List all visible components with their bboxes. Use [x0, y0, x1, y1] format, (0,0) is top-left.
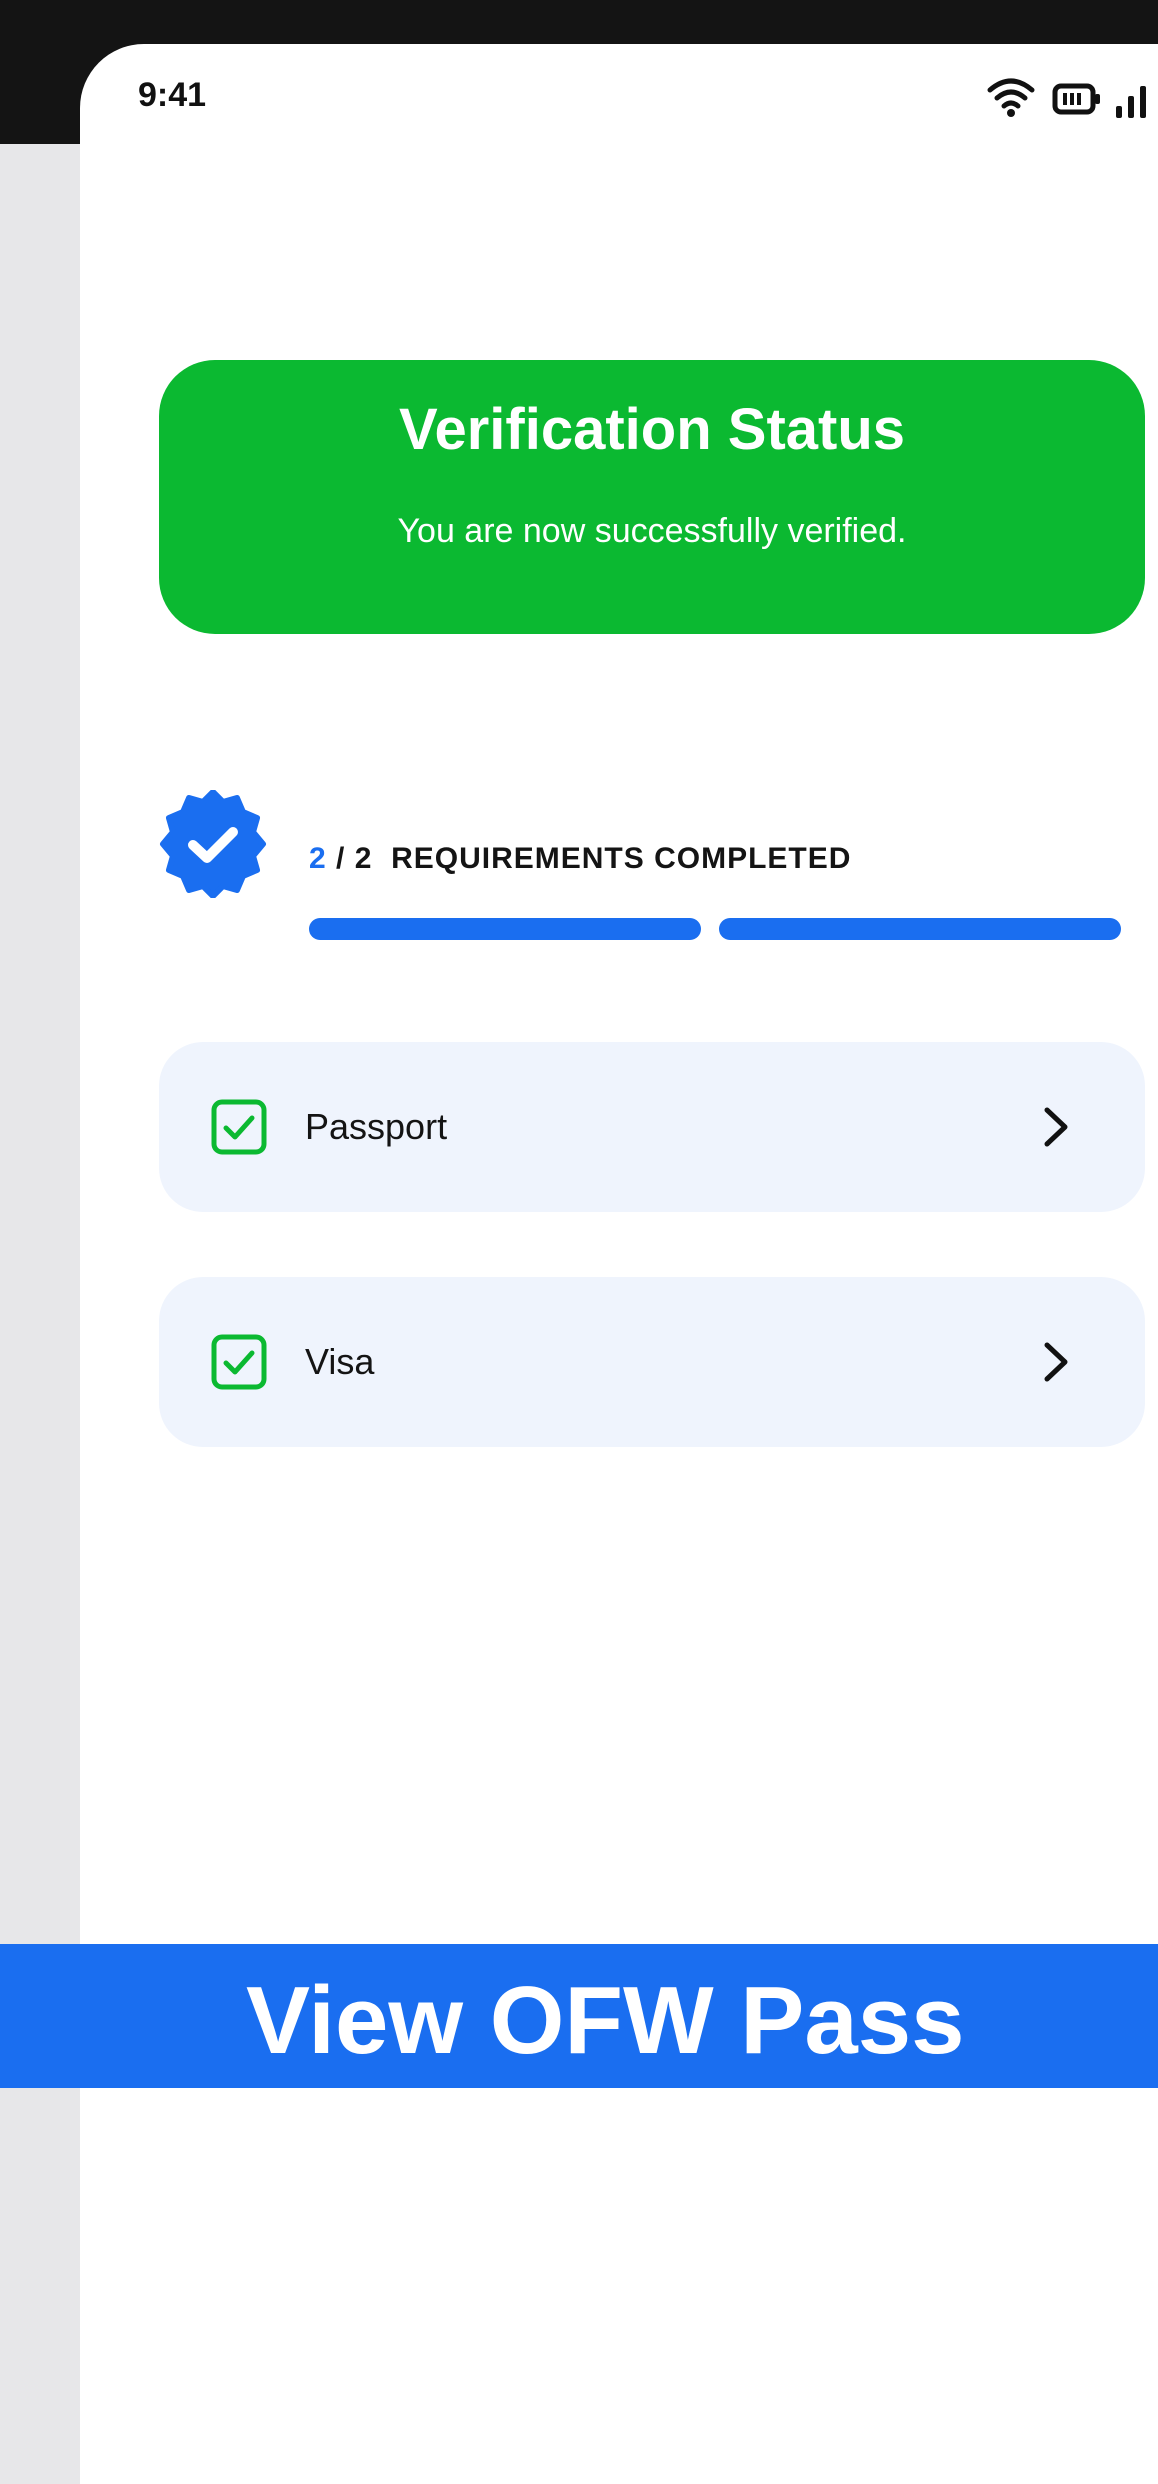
checked-checkbox-icon [211, 1099, 267, 1155]
progress-text: REQUIREMENTS COMPLETED [391, 842, 852, 875]
view-ofw-pass-label: View OFW Pass [246, 1967, 965, 2074]
requirement-label: Visa [305, 1341, 375, 1382]
wifi-icon [987, 78, 1035, 117]
verification-title: Verification Status [398, 397, 906, 462]
phone-screen: 9:41 Verification Status You are now suc… [80, 44, 1158, 2484]
progress-label: 2 / 2 REQUIREMENTS COMPLETED [309, 842, 851, 876]
status-time: 9:41 [138, 76, 207, 114]
chevron-right-icon [1044, 1342, 1068, 1382]
status-icons [986, 76, 1158, 124]
status-bar: 9:41 [80, 44, 1158, 154]
completed-count: 2 [309, 842, 327, 875]
verification-status-card: Verification Status You are now successf… [159, 360, 1145, 634]
verification-subtitle: You are now successfully verified. [397, 512, 907, 550]
requirement-item-passport[interactable]: Passport [159, 1042, 1145, 1212]
view-ofw-pass-button[interactable]: View OFW Pass [0, 1944, 1158, 2088]
chevron-right-icon [1044, 1107, 1068, 1147]
verified-badge-icon [160, 790, 266, 898]
requirement-label: Passport [305, 1106, 448, 1147]
battery-icon [1052, 83, 1100, 115]
progress-segment-2 [719, 918, 1121, 940]
progress-segment-1 [309, 918, 701, 940]
count-separator: / [336, 842, 346, 875]
requirements-progress: 2 / 2 REQUIREMENTS COMPLETED [159, 790, 1158, 940]
total-count: 2 [354, 842, 373, 875]
checked-checkbox-icon [211, 1334, 267, 1390]
signal-icon [1116, 86, 1146, 118]
requirement-item-visa[interactable]: Visa [159, 1277, 1145, 1447]
